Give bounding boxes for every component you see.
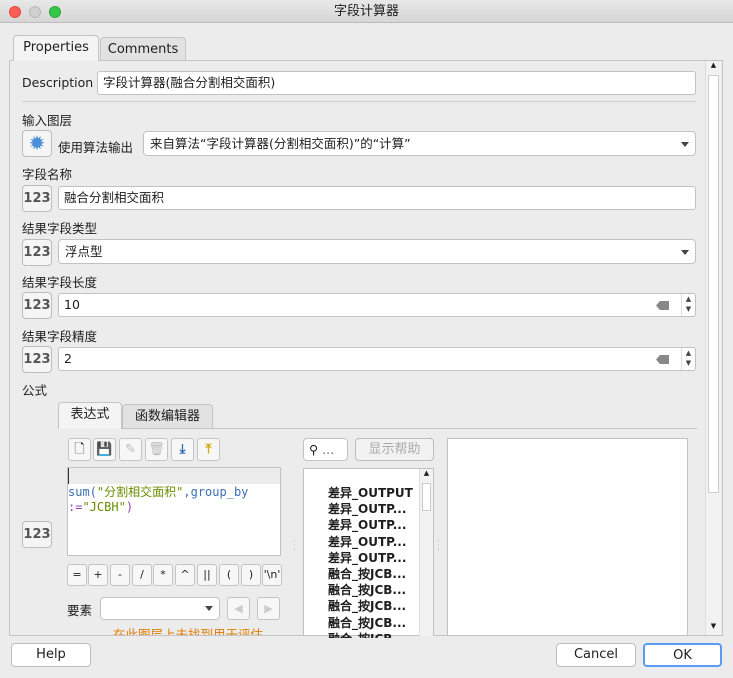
scroll-thumb[interactable] [422,483,431,511]
string-token: "JCBH" [82,500,126,514]
minimize-window-button[interactable] [29,6,41,18]
field-length-value: 10 [64,297,80,312]
cancel-button[interactable]: Cancel [556,643,636,667]
feature-combo[interactable] [100,597,220,620]
expression-editor[interactable]: sum("分割相交面积",group_by :="JCBH") [67,467,281,556]
warning-text: 在此图层上未找到用于评估 [113,627,264,635]
list-item[interactable]: 融合_按JCB... [328,566,406,582]
data-defined-button[interactable]: 123 [22,292,52,319]
chevron-down-icon [681,250,689,255]
search-placeholder: ... [322,442,335,457]
tab-comments[interactable]: Comments [100,37,186,60]
gear-icon[interactable]: ✹ [22,130,52,157]
field-precision-value: 2 [64,351,72,366]
scroll-thumb[interactable] [708,75,719,493]
function-token: sum( [68,485,97,499]
assign-token: := [68,500,83,514]
window-title: 字段计算器 [333,4,399,19]
operator-button[interactable]: / [132,564,152,586]
field-length-spinbox[interactable]: 10 ▲ ▼ [58,293,696,317]
field-type-value: 浮点型 [65,244,103,259]
operator-button[interactable]: ^ [175,564,195,586]
previous-feature-button[interactable]: ◀ [227,597,250,620]
operator-button[interactable]: || [197,564,217,586]
field-precision-spinbox[interactable]: 2 ▲ ▼ [58,347,696,371]
zoom-window-button[interactable] [49,6,61,18]
trash-icon: 🗑 [145,438,168,461]
description-input[interactable]: 字段计算器(融合分割相交面积) [97,71,696,95]
panel-scrollbar[interactable]: ▲ ▼ [705,61,721,635]
list-item[interactable]: 融合_按JCB... [328,615,406,631]
data-defined-button[interactable]: 123 [22,185,52,212]
field-length-label: 结果字段长度 [22,275,98,290]
field-precision-label: 结果字段精度 [22,329,98,344]
next-feature-button[interactable]: ▶ [257,597,280,620]
input-layer-value: 来自算法“字段计算器(分割相交面积)”的“计算” [150,136,411,151]
operator-button[interactable]: '\n' [262,564,282,586]
search-icon: ⚲ [309,442,319,457]
spin-arrows-icon[interactable]: ▲ ▼ [681,294,695,316]
tab-properties[interactable]: Properties [13,35,99,61]
list-item[interactable]: 差异_OUTP... [328,534,406,550]
keyword-token: group_by [190,485,249,499]
current-line [68,468,280,484]
export-icon[interactable]: ⤒ [197,438,220,461]
list-item[interactable]: 差异_OUTP... [328,550,406,566]
data-defined-button[interactable]: 123 [22,346,52,373]
list-item[interactable]: 差异_OUTP... [328,517,406,533]
algorithm-output-label: 使用算法输出 [58,140,134,155]
list-item[interactable]: 差异_OUTP... [328,501,406,517]
operator-button[interactable]: * [153,564,173,586]
tab-function-editor[interactable]: 函数编辑器 [122,404,213,429]
help-panel [447,438,688,636]
description-label: Description [22,75,94,90]
splitter-handle[interactable]: · · · [293,538,296,554]
input-layer-combo[interactable]: 来自算法“字段计算器(分割相交面积)”的“计算” [143,131,696,156]
string-token: "分割相交面积" [96,485,184,499]
separator [22,101,696,102]
operator-button[interactable]: = [67,564,87,586]
save-icon[interactable]: 💾 [93,438,116,461]
input-layer-label: 输入图层 [22,113,73,128]
field-type-label: 结果字段类型 [22,221,98,236]
operator-button[interactable]: ( [219,564,239,586]
splitter-handle[interactable]: · · · [437,538,440,554]
field-type-combo[interactable]: 浮点型 [58,239,696,264]
paren-token: ) [125,500,134,514]
feature-label: 要素 [67,603,93,618]
new-file-icon[interactable]: 🗋 [68,438,91,461]
tab-expression[interactable]: 表达式 [58,402,122,429]
close-window-button[interactable] [9,6,21,18]
separator [58,428,697,429]
help-button[interactable]: Help [11,643,91,667]
chevron-down-icon [205,606,213,611]
ok-button[interactable]: OK [643,643,722,667]
search-input[interactable]: ⚲ ... [303,438,348,461]
operator-button[interactable]: ) [241,564,261,586]
data-defined-button[interactable]: 123 [22,239,52,266]
list-item[interactable]: 融合_按JCB... [328,582,406,598]
clear-icon[interactable] [656,301,669,310]
field-name-label: 字段名称 [22,167,73,182]
title-bar: 字段计算器 [0,0,733,23]
import-icon[interactable]: ⤓ [171,438,194,461]
operator-button[interactable]: + [88,564,108,586]
list-scrollbar[interactable]: ▲ [419,469,433,636]
show-help-button: 显示帮助 [355,438,434,461]
list-item[interactable]: 融合_按JCB... [328,598,406,614]
operator-button[interactable]: - [110,564,130,586]
list-item[interactable]: 融合_按JCB... [328,631,406,638]
edit-icon: ✎ [119,438,142,461]
spin-arrows-icon[interactable]: ▲ ▼ [681,348,695,370]
list-item[interactable]: 差异_OUTPUT [328,485,413,501]
clear-icon[interactable] [656,355,669,364]
comma-token: , [183,485,191,499]
chevron-down-icon [681,142,689,147]
formula-label: 公式 [22,383,48,398]
data-defined-button[interactable]: 123 [22,521,52,548]
field-name-input[interactable]: 融合分割相交面积 [58,186,696,210]
